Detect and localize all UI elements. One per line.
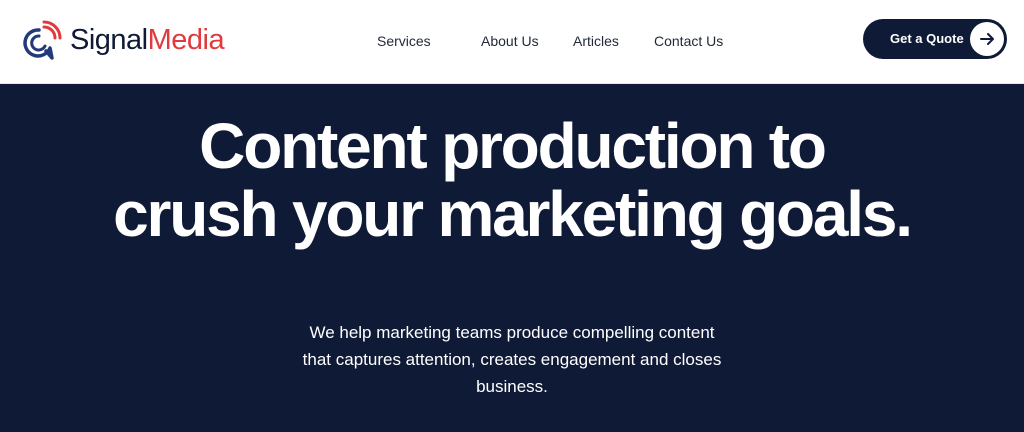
- hero-section: Content production to crush your marketi…: [0, 84, 1024, 432]
- nav-item-articles[interactable]: Articles: [573, 33, 619, 49]
- nav-item-services[interactable]: Services: [377, 33, 431, 49]
- get-a-quote-button[interactable]: Get a Quote: [863, 19, 1007, 59]
- hero-title: Content production to crush your marketi…: [113, 110, 913, 250]
- signal-speech-bubble-icon: [23, 20, 62, 60]
- site-header: SignalMedia Services About Us Articles C…: [0, 0, 1024, 84]
- hero-subtitle: We help marketing teams produce compelli…: [302, 323, 722, 396]
- arrow-right-icon: [980, 33, 994, 45]
- logo-text: SignalMedia: [70, 23, 225, 56]
- logo-text-media: Media: [147, 23, 225, 56]
- logo-text-signal: Signal: [70, 23, 148, 56]
- get-a-quote-label: Get a Quote: [890, 31, 964, 46]
- nav-item-about-us[interactable]: About Us: [481, 33, 539, 49]
- cta-arrow-circle: [970, 22, 1004, 56]
- logo[interactable]: SignalMedia: [20, 16, 225, 64]
- nav-item-contact-us[interactable]: Contact Us: [654, 33, 723, 49]
